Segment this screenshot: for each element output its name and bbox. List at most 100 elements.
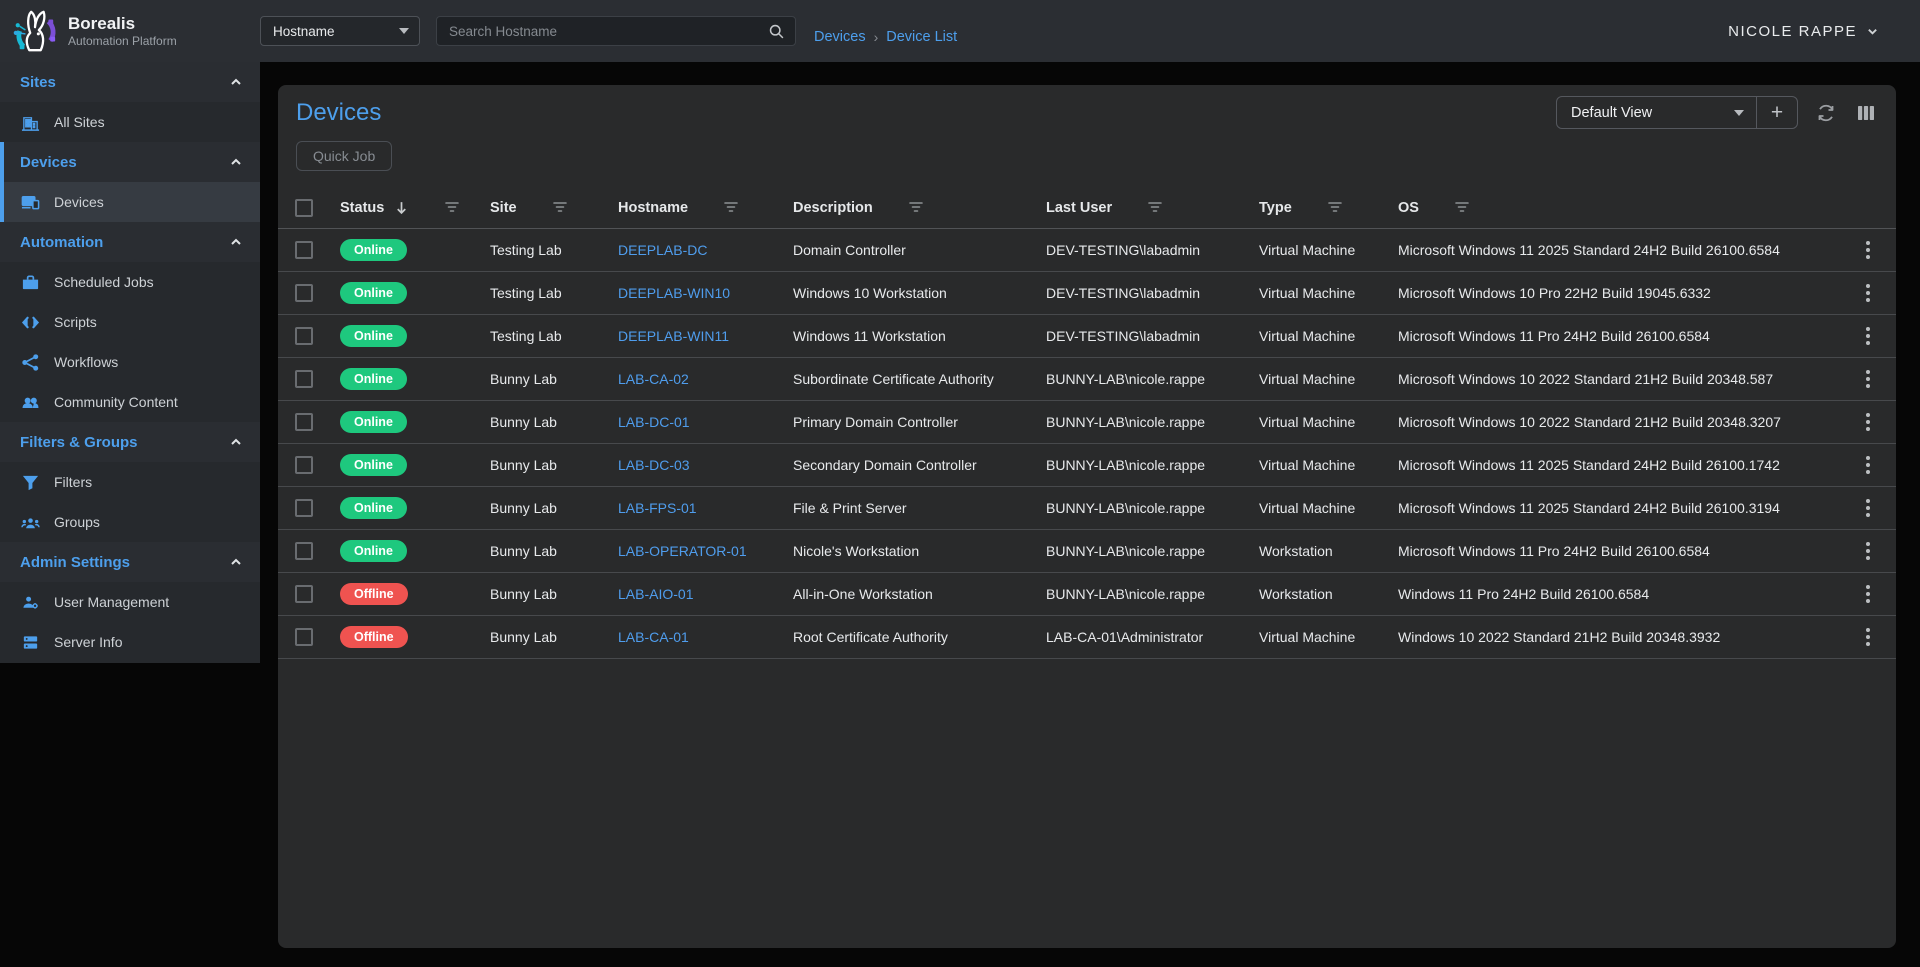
hostname-link[interactable]: LAB-DC-01 bbox=[618, 414, 690, 430]
sidebar-item-server-info[interactable]: Server Info bbox=[0, 622, 260, 662]
sidebar-item-workflows[interactable]: Workflows bbox=[0, 342, 260, 382]
row-checkbox[interactable] bbox=[295, 370, 313, 388]
column-header-os[interactable]: OS bbox=[1398, 200, 1850, 216]
breadcrumb-device-list[interactable]: Device List bbox=[886, 29, 957, 45]
filter-icon[interactable] bbox=[445, 202, 459, 213]
table-row: Online Bunny Lab LAB-DC-03 Secondary Dom… bbox=[278, 444, 1896, 487]
refresh-button[interactable] bbox=[1814, 101, 1838, 125]
row-checkbox[interactable] bbox=[295, 413, 313, 431]
filter-icon[interactable] bbox=[1148, 202, 1162, 213]
row-menu-kebab-icon[interactable] bbox=[1856, 281, 1880, 305]
hostname-link[interactable]: DEEPLAB-WIN11 bbox=[618, 328, 729, 344]
search-box[interactable] bbox=[436, 16, 796, 46]
view-selector-value: Default View bbox=[1571, 105, 1652, 121]
sidebar-item-scheduled-jobs[interactable]: Scheduled Jobs bbox=[0, 262, 260, 302]
add-view-button[interactable]: + bbox=[1757, 97, 1797, 128]
quick-job-button[interactable]: Quick Job bbox=[296, 141, 392, 171]
column-header-status[interactable]: Status bbox=[340, 200, 490, 216]
sidebar-item-devices[interactable]: Devices bbox=[0, 182, 260, 222]
sidebar-item-user-management[interactable]: User Management bbox=[0, 582, 260, 622]
row-checkbox[interactable] bbox=[295, 542, 313, 560]
sidebar-item-label: Workflows bbox=[54, 354, 118, 370]
table-row: Online Bunny Lab LAB-CA-02 Subordinate C… bbox=[278, 358, 1896, 401]
row-checkbox[interactable] bbox=[295, 585, 313, 603]
sidebar-item-scripts[interactable]: Scripts bbox=[0, 302, 260, 342]
column-header-type[interactable]: Type bbox=[1259, 200, 1398, 216]
search-field-selector[interactable]: Hostname bbox=[260, 16, 420, 46]
filter-icon[interactable] bbox=[1455, 202, 1469, 213]
columns-button[interactable] bbox=[1854, 101, 1878, 125]
sidebar-section-sites[interactable]: Sites bbox=[0, 62, 260, 102]
last-user-cell: DEV-TESTING\labadmin bbox=[1046, 285, 1259, 301]
view-selector[interactable]: Default View bbox=[1557, 97, 1757, 128]
row-menu-kebab-icon[interactable] bbox=[1856, 453, 1880, 477]
hostname-link[interactable]: LAB-OPERATOR-01 bbox=[618, 543, 747, 559]
type-cell: Virtual Machine bbox=[1259, 285, 1398, 301]
row-menu-kebab-icon[interactable] bbox=[1856, 324, 1880, 348]
row-menu-kebab-icon[interactable] bbox=[1856, 625, 1880, 649]
row-checkbox[interactable] bbox=[295, 628, 313, 646]
sidebar-section-devices[interactable]: Devices bbox=[0, 142, 260, 182]
row-checkbox[interactable] bbox=[295, 499, 313, 517]
columns-icon bbox=[1856, 103, 1876, 123]
hostname-link[interactable]: DEEPLAB-WIN10 bbox=[618, 285, 730, 301]
column-header-description[interactable]: Description bbox=[793, 200, 1046, 216]
type-cell: Workstation bbox=[1259, 543, 1398, 559]
hostname-link[interactable]: DEEPLAB-DC bbox=[618, 242, 707, 258]
last-user-cell: DEV-TESTING\labadmin bbox=[1046, 242, 1259, 258]
section-label-sites: Sites bbox=[20, 74, 56, 91]
hostname-link[interactable]: LAB-CA-01 bbox=[618, 629, 689, 645]
sidebar-item-community-content[interactable]: Community Content bbox=[0, 382, 260, 422]
sidebar-item-groups[interactable]: Groups bbox=[0, 502, 260, 542]
type-cell: Workstation bbox=[1259, 586, 1398, 602]
sidebar-item-label: Groups bbox=[54, 514, 100, 530]
devices-panel: Devices Quick Job Default View + bbox=[278, 85, 1896, 948]
filter-icon[interactable] bbox=[724, 202, 738, 213]
select-all-checkbox[interactable] bbox=[295, 199, 313, 217]
breadcrumb-devices[interactable]: Devices bbox=[814, 29, 866, 45]
hostname-link[interactable]: LAB-CA-02 bbox=[618, 371, 689, 387]
sidebar-item-filters[interactable]: Filters bbox=[0, 462, 260, 502]
row-checkbox[interactable] bbox=[295, 327, 313, 345]
column-header-site[interactable]: Site bbox=[490, 200, 618, 216]
sidebar-section-automation[interactable]: Automation bbox=[0, 222, 260, 262]
row-checkbox[interactable] bbox=[295, 284, 313, 302]
row-checkbox[interactable] bbox=[295, 456, 313, 474]
row-menu-kebab-icon[interactable] bbox=[1856, 582, 1880, 606]
search-input[interactable] bbox=[449, 24, 768, 39]
type-cell: Virtual Machine bbox=[1259, 328, 1398, 344]
sidebar-item-all-sites[interactable]: All Sites bbox=[0, 102, 260, 142]
sidebar-item-label: Scripts bbox=[54, 314, 97, 330]
table-row: Online Bunny Lab LAB-FPS-01 File & Print… bbox=[278, 487, 1896, 530]
site-cell: Bunny Lab bbox=[490, 414, 618, 430]
type-cell: Virtual Machine bbox=[1259, 500, 1398, 516]
sidebar-section-filters-groups[interactable]: Filters & Groups bbox=[0, 422, 260, 462]
site-cell: Testing Lab bbox=[490, 285, 618, 301]
filter-icon[interactable] bbox=[553, 202, 567, 213]
hostname-link[interactable]: LAB-DC-03 bbox=[618, 457, 690, 473]
last-user-cell: BUNNY-LAB\nicole.rappe bbox=[1046, 457, 1259, 473]
row-menu-kebab-icon[interactable] bbox=[1856, 238, 1880, 262]
column-header-last-user[interactable]: Last User bbox=[1046, 200, 1259, 216]
user-menu[interactable]: NICOLE RAPPE bbox=[1728, 23, 1878, 40]
filter-icon[interactable] bbox=[909, 202, 923, 213]
row-menu-kebab-icon[interactable] bbox=[1856, 539, 1880, 563]
hostname-link[interactable]: LAB-FPS-01 bbox=[618, 500, 697, 516]
description-cell: Nicole's Workstation bbox=[793, 543, 1046, 559]
row-menu-kebab-icon[interactable] bbox=[1856, 367, 1880, 391]
row-checkbox[interactable] bbox=[295, 241, 313, 259]
row-menu-kebab-icon[interactable] bbox=[1856, 496, 1880, 520]
site-cell: Bunny Lab bbox=[490, 586, 618, 602]
sidebar-section-admin-settings[interactable]: Admin Settings bbox=[0, 542, 260, 582]
row-menu-kebab-icon[interactable] bbox=[1856, 410, 1880, 434]
filter-icon[interactable] bbox=[1328, 202, 1342, 213]
search-icon[interactable] bbox=[768, 23, 785, 40]
last-user-cell: DEV-TESTING\labadmin bbox=[1046, 328, 1259, 344]
hostname-link[interactable]: LAB-AIO-01 bbox=[618, 586, 693, 602]
column-header-hostname[interactable]: Hostname bbox=[618, 200, 793, 216]
type-cell: Virtual Machine bbox=[1259, 629, 1398, 645]
type-cell: Virtual Machine bbox=[1259, 414, 1398, 430]
sort-desc-arrow-icon[interactable] bbox=[394, 200, 409, 215]
top-bar: Borealis Automation Platform Hostname De… bbox=[0, 0, 1920, 62]
sidebar-item-label: All Sites bbox=[54, 114, 105, 130]
